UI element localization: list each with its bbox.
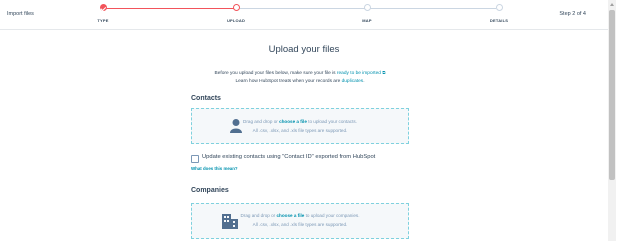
what-does-this-mean-link[interactable]: What does this mean? <box>191 166 238 171</box>
supported-file-types: All .csv, .xlsx, and .xls file types are… <box>252 222 348 227</box>
supported-file-types: All .csv, .xlsx, and .xls file types are… <box>252 128 348 133</box>
dropzone-instructions: Drag and drop or choose a file to upload… <box>240 213 360 218</box>
choose-file-link[interactable]: choose a file <box>277 213 305 218</box>
page-title: Upload your files <box>268 44 340 55</box>
progress-track-complete <box>104 8 235 9</box>
step-label: TYPE <box>97 18 109 23</box>
info-line-1: Before you upload your files below, make… <box>0 70 600 76</box>
scrollbar-thumb[interactable] <box>609 10 615 180</box>
step-details: DETAILS <box>490 4 508 23</box>
step-label: MAP <box>362 18 372 23</box>
dropzone-instructions: Drag and drop or choose a file to upload… <box>243 119 357 124</box>
step-label: UPLOAD <box>226 18 246 23</box>
import-header: Import files TYPE UPLOAD MAP DETAILS Ste… <box>0 0 608 30</box>
companies-dropzone[interactable]: Drag and drop or choose a file to upload… <box>191 203 409 239</box>
contacts-dropzone[interactable]: Drag and drop or choose a file to upload… <box>191 108 409 144</box>
scroll-up-icon[interactable] <box>610 3 614 6</box>
import-title: Import files <box>7 11 34 17</box>
choose-file-link[interactable]: choose a file <box>279 119 307 124</box>
step-map: MAP <box>362 4 372 23</box>
contacts-section-title: Contacts <box>191 95 221 102</box>
pending-step-icon <box>495 4 503 11</box>
vertical-scrollbar[interactable] <box>608 0 616 241</box>
info-line-2: Learn how HubSpot treats when your recor… <box>0 79 600 84</box>
info-text: Before you upload your files below, make… <box>214 71 337 76</box>
ready-to-import-link[interactable]: ready to be imported <box>337 71 381 76</box>
update-existing-checkbox[interactable] <box>191 155 199 163</box>
check-icon <box>99 4 107 11</box>
progress-track <box>240 8 365 9</box>
current-step-icon <box>232 4 240 11</box>
companies-section-title: Companies <box>191 187 229 194</box>
step-label: DETAILS <box>489 18 509 23</box>
step-type: TYPE <box>97 4 108 23</box>
info-text: Learn how HubSpot treats when your recor… <box>235 79 342 84</box>
external-link-icon[interactable]: ⧉ <box>382 70 385 75</box>
update-existing-label[interactable]: Update existing contacts using "Contact … <box>202 154 375 160</box>
duplicates-link[interactable]: duplicates <box>342 79 364 84</box>
step-upload: UPLOAD <box>227 4 245 23</box>
step-counter: Step 2 of 4 <box>559 11 586 17</box>
pending-step-icon <box>363 4 371 11</box>
info-text: . <box>363 79 365 84</box>
progress-track <box>370 8 496 9</box>
